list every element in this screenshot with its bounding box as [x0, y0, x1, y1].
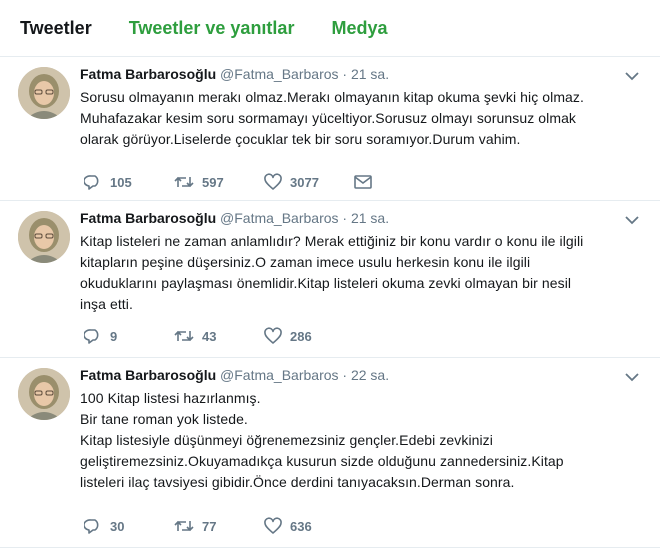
tab-tweets[interactable]: Tweetler: [20, 18, 92, 39]
retweet-count: 77: [202, 518, 217, 534]
tweet-header: Fatma Barbarosoğlu @Fatma_Barbaros · 21 …: [80, 201, 630, 228]
tweet-timestamp[interactable]: 21 sa.: [351, 210, 389, 226]
reply-count: 105: [110, 174, 132, 190]
tweet-timeline: Fatma Barbarosoğlu @Fatma_Barbaros · 21 …: [0, 57, 660, 548]
tweet-header: Fatma Barbarosoğlu @Fatma_Barbaros · 22 …: [80, 358, 630, 385]
tweet-timestamp[interactable]: 22 sa.: [351, 367, 389, 383]
chevron-down-icon[interactable]: [624, 69, 640, 83]
avatar[interactable]: [18, 67, 70, 119]
tweet-text-line: listeleri ilaç tavsiyesi gibidir.Önce de…: [80, 474, 515, 490]
author-name[interactable]: Fatma Barbarosoğlu: [80, 66, 216, 82]
tweet-text-line: olarak görüyor.Liselerde çocuklar tek bi…: [80, 131, 521, 147]
tab-media[interactable]: Medya: [331, 18, 387, 39]
reply-button[interactable]: 9: [84, 327, 174, 345]
tweet-text-line: kitapların peşine düşersiniz.O zaman ime…: [80, 254, 531, 270]
tweet[interactable]: Fatma Barbarosoğlu @Fatma_Barbaros · 21 …: [0, 201, 660, 358]
retweet-icon: [174, 330, 194, 342]
tweet-text-line: Kitap listeleri ne zaman anlamlıdır? Mer…: [80, 233, 584, 249]
separator-dot: ·: [342, 66, 348, 82]
heart-icon: [264, 517, 282, 534]
avatar[interactable]: [18, 368, 70, 420]
reply-count: 30: [110, 518, 125, 534]
heart-icon: [264, 327, 282, 344]
author-handle[interactable]: @Fatma_Barbaros: [220, 367, 338, 383]
tweet-text: 100 Kitap listesi hazırlanmış. Bir tane …: [80, 388, 630, 493]
tweet-text-line: Bir tane roman yok listede.: [80, 411, 248, 427]
tweet-actions: 30 77 636: [84, 516, 354, 536]
tweet-text-line: geliştiremezsiniz.Okuyamadıkça kusurun s…: [80, 453, 564, 469]
retweet-icon: [174, 176, 194, 188]
tweet-text-line: Muhafazakar kesim soru sormamayı yücelti…: [80, 110, 577, 126]
author-handle[interactable]: @Fatma_Barbaros: [220, 66, 338, 82]
chevron-down-icon[interactable]: [624, 370, 640, 384]
heart-icon: [264, 173, 282, 190]
avatar[interactable]: [18, 211, 70, 263]
retweet-count: 597: [202, 174, 224, 190]
tweet-text-line: Kitap listesiyle düşünmeyi öğrenemezsini…: [80, 432, 493, 448]
author-handle[interactable]: @Fatma_Barbaros: [220, 210, 338, 226]
separator-dot: ·: [342, 210, 348, 226]
retweet-button[interactable]: 77: [174, 517, 264, 535]
tweet-text: Sorusu olmayanın merakı olmaz.Merakı olm…: [80, 87, 630, 150]
tweet-actions: 105 597 3077: [84, 172, 444, 192]
author-name[interactable]: Fatma Barbarosoğlu: [80, 210, 216, 226]
reply-icon: [84, 175, 99, 190]
chevron-down-icon[interactable]: [624, 213, 640, 227]
like-button[interactable]: 286: [264, 327, 354, 345]
separator-dot: ·: [342, 367, 348, 383]
like-count: 3077: [290, 174, 319, 190]
tweet-timestamp[interactable]: 21 sa.: [351, 66, 389, 82]
tweet-text: Kitap listeleri ne zaman anlamlıdır? Mer…: [80, 231, 630, 315]
direct-message-button[interactable]: [354, 174, 444, 190]
like-button[interactable]: 3077: [264, 173, 354, 191]
tweet-text-line: Sorusu olmayanın merakı olmaz.Merakı olm…: [80, 89, 584, 105]
tweet-text-line: 100 Kitap listesi hazırlanmış.: [80, 390, 261, 406]
like-count: 286: [290, 328, 312, 344]
reply-count: 9: [110, 328, 118, 344]
envelope-icon: [354, 175, 372, 189]
reply-icon: [84, 329, 99, 344]
reply-button[interactable]: 30: [84, 517, 174, 535]
tweet-actions: 9 43 286: [84, 326, 354, 346]
reply-button[interactable]: 105: [84, 173, 174, 191]
retweet-icon: [174, 520, 194, 532]
reply-icon: [84, 519, 99, 534]
tab-tweets-and-replies[interactable]: Tweetler ve yanıtlar: [129, 18, 295, 39]
author-name[interactable]: Fatma Barbarosoğlu: [80, 367, 216, 383]
like-button[interactable]: 636: [264, 517, 354, 535]
retweet-button[interactable]: 43: [174, 327, 264, 345]
tweet-text-line: inşa etti.: [80, 296, 133, 312]
tweet[interactable]: Fatma Barbarosoğlu @Fatma_Barbaros · 21 …: [0, 57, 660, 201]
tweet-text-line: okuduklarını paylaşması önemlidir.Kitap …: [80, 275, 572, 291]
like-count: 636: [290, 518, 312, 534]
retweet-button[interactable]: 597: [174, 173, 264, 191]
profile-tabs: Tweetler Tweetler ve yanıtlar Medya: [0, 0, 660, 57]
retweet-count: 43: [202, 328, 217, 344]
tweet[interactable]: Fatma Barbarosoğlu @Fatma_Barbaros · 22 …: [0, 358, 660, 548]
tweet-header: Fatma Barbarosoğlu @Fatma_Barbaros · 21 …: [80, 57, 630, 84]
